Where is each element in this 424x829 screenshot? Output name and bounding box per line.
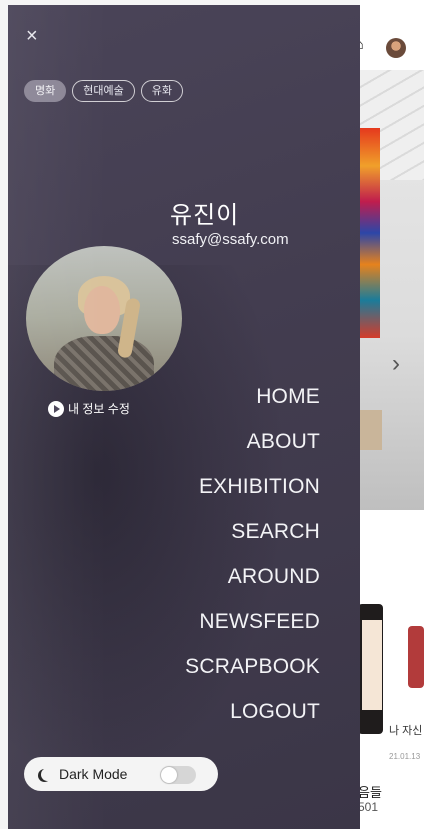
- dark-mode-toggle[interactable]: Dark Mode: [24, 757, 218, 791]
- menu-item-newsfeed[interactable]: NEWSFEED: [185, 604, 320, 649]
- menu-item-scrapbook[interactable]: SCRAPBOOK: [185, 649, 320, 694]
- avatar-face: [84, 286, 120, 334]
- edit-profile-label: 내 정보 수정: [68, 402, 130, 416]
- exhibition-card-image: [362, 620, 382, 710]
- header-avatar[interactable]: [386, 38, 406, 58]
- app-header: [360, 0, 424, 70]
- menu-item-about[interactable]: ABOUT: [185, 424, 320, 469]
- menu-item-logout[interactable]: LOGOUT: [185, 694, 320, 739]
- avatar-body: [54, 336, 154, 391]
- item-number: 501: [358, 800, 379, 814]
- exhibition-card[interactable]: [408, 626, 424, 688]
- chevron-right-icon[interactable]: ›: [392, 350, 400, 378]
- card-date: 21.01.13: [389, 752, 421, 761]
- category-chip[interactable]: 유화: [140, 80, 183, 102]
- dark-mode-label: Dark Mode: [59, 766, 128, 782]
- profile-email: ssafy@ssafy.com: [172, 231, 289, 248]
- card-title: 나 자신: [389, 725, 423, 737]
- menu-item-home[interactable]: HOME: [185, 379, 320, 424]
- menu-item-exhibition[interactable]: EXHIBITION: [185, 469, 320, 514]
- edit-profile-button[interactable]: 내 정보 수정: [48, 400, 130, 417]
- avatar-hair: [78, 276, 130, 316]
- menu-item-search[interactable]: SEARCH: [185, 514, 320, 559]
- navigation-drawer: × 명화 현대예술 유화 유진이 ssafy@ssafy.com 내 정보 수정…: [8, 5, 360, 829]
- gallery-painting: [358, 128, 380, 338]
- item-title: 음들: [358, 785, 382, 800]
- profile-avatar: [26, 246, 182, 391]
- play-circle-icon: [48, 400, 64, 417]
- toggle-knob: [161, 767, 177, 783]
- category-chip[interactable]: 명화: [24, 80, 67, 102]
- close-icon[interactable]: ×: [26, 26, 44, 46]
- moon-icon: [41, 768, 54, 781]
- category-chips: 명화 현대예술 유화: [24, 80, 183, 102]
- menu-item-around[interactable]: AROUND: [185, 559, 320, 604]
- toggle-switch[interactable]: [160, 766, 196, 784]
- profile-name: 유진이: [170, 202, 240, 229]
- drawer-menu: HOME ABOUT EXHIBITION SEARCH AROUND NEWS…: [185, 379, 320, 739]
- gallery-bench: [360, 410, 382, 450]
- category-chip[interactable]: 현대예술: [72, 80, 135, 102]
